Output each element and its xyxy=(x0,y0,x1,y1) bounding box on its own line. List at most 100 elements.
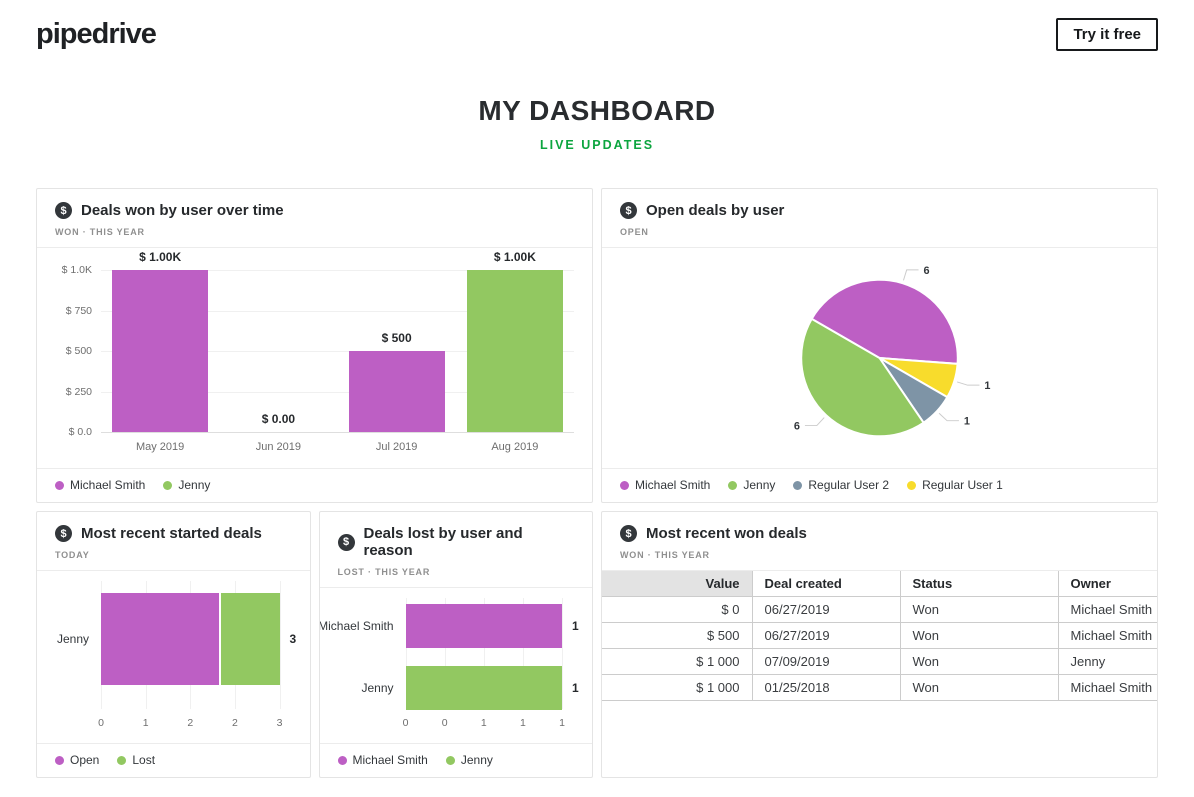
widget-title: Most recent won deals xyxy=(646,525,807,542)
column-header: Value xyxy=(602,571,752,597)
x-axis-label: Jun 2019 xyxy=(256,441,301,453)
table-cell: 01/25/2018 xyxy=(752,675,900,701)
widget-filter: WON · THIS YEAR xyxy=(620,550,1139,560)
column-header: Status xyxy=(900,571,1058,597)
bar xyxy=(112,270,208,432)
widget-filter: OPEN xyxy=(620,227,1139,237)
hbar-chart: 001111Michael Smith1Jenny xyxy=(320,588,593,743)
bar-value-label: $ 0.00 xyxy=(262,412,295,426)
widget-header: $ Deals lost by user and reason LOST · T… xyxy=(320,512,593,588)
deal-value-icon: $ xyxy=(55,525,72,542)
dashboard-grid: $ Deals won by user over time WON · THIS… xyxy=(36,188,1158,778)
bar-value-label: $ 1.00K xyxy=(494,250,536,264)
legend-dot-icon xyxy=(907,481,916,490)
bar: 1 xyxy=(406,604,563,648)
table-cell: $ 0 xyxy=(602,597,752,623)
plot-area: 012233Jenny xyxy=(101,581,280,709)
pie-value-label: 6 xyxy=(924,265,930,277)
legend-dot-icon xyxy=(163,481,172,490)
row-label: Michael Smith xyxy=(319,619,394,633)
y-axis-tick: $ 1.0K xyxy=(62,264,92,276)
legend-item: Regular User 2 xyxy=(793,478,889,492)
bar-segment xyxy=(221,593,280,685)
widget-header: $ Most recent started deals TODAY xyxy=(37,512,310,571)
chart-legend: Michael SmithJennyRegular User 2Regular … xyxy=(602,468,1157,502)
table-cell: Won xyxy=(900,597,1058,623)
legend-dot-icon xyxy=(338,756,347,765)
legend-label: Regular User 1 xyxy=(922,478,1003,492)
table-header-row: ValueDeal createdStatusOwner xyxy=(602,571,1157,597)
widget-filter: TODAY xyxy=(55,550,292,560)
gridline xyxy=(101,432,574,433)
deals-table-container: ValueDeal createdStatusOwner$ 006/27/201… xyxy=(602,571,1157,777)
legend-label: Michael Smith xyxy=(70,478,145,492)
table-cell: 06/27/2019 xyxy=(752,597,900,623)
legend-dot-icon xyxy=(728,481,737,490)
widget-most-recent-won-deals[interactable]: $ Most recent won deals WON · THIS YEAR … xyxy=(601,511,1158,778)
legend-item: Jenny xyxy=(163,478,210,492)
x-axis-tick: 3 xyxy=(277,717,283,729)
legend-label: Michael Smith xyxy=(353,753,428,767)
row-label: Jenny xyxy=(57,632,89,646)
widget-header: $ Open deals by user OPEN xyxy=(602,189,1157,248)
column-header: Deal created xyxy=(752,571,900,597)
leader-line xyxy=(903,270,918,280)
table-cell: Michael Smith xyxy=(1058,597,1157,623)
widget-title: Open deals by user xyxy=(646,202,784,219)
legend-item: Michael Smith xyxy=(338,753,428,767)
x-axis-tick: 0 xyxy=(403,717,409,729)
legend-label: Regular User 2 xyxy=(808,478,889,492)
table-row[interactable]: $ 50006/27/2019WonMichael Smith xyxy=(602,623,1157,649)
widget-open-deals-by-user[interactable]: $ Open deals by user OPEN 6116 Michael S… xyxy=(601,188,1158,503)
table-cell: Michael Smith xyxy=(1058,675,1157,701)
row-label: Jenny xyxy=(361,681,393,695)
widget-title: Deals lost by user and reason xyxy=(364,525,575,559)
bar-total-label: 3 xyxy=(290,632,297,646)
x-axis-label: Aug 2019 xyxy=(491,441,538,453)
deals-table: ValueDeal createdStatusOwner$ 006/27/201… xyxy=(602,571,1157,701)
widget-title: Most recent started deals xyxy=(81,525,262,542)
bar-value-label: 1 xyxy=(572,681,579,695)
legend-item: Michael Smith xyxy=(620,478,710,492)
bar-value-label: $ 1.00K xyxy=(139,250,181,264)
pipedrive-logo[interactable]: pipedrive xyxy=(36,18,156,50)
legend-dot-icon xyxy=(55,756,64,765)
deal-value-icon: $ xyxy=(338,534,355,551)
leader-line xyxy=(805,418,824,426)
gridline xyxy=(280,581,281,709)
table-cell: $ 1 000 xyxy=(602,675,752,701)
widget-filter: WON · THIS YEAR xyxy=(55,227,574,237)
legend-dot-icon xyxy=(620,481,629,490)
x-axis-label: Jul 2019 xyxy=(376,441,418,453)
deal-value-icon: $ xyxy=(55,202,72,219)
table-cell: Jenny xyxy=(1058,649,1157,675)
bar-value-label: $ 500 xyxy=(382,331,412,345)
deal-value-icon: $ xyxy=(620,525,637,542)
pie-value-label: 1 xyxy=(984,380,990,392)
widget-deals-lost-by-user[interactable]: $ Deals lost by user and reason LOST · T… xyxy=(319,511,594,778)
stacked-hbar-chart: 012233Jenny xyxy=(37,571,310,743)
gridline xyxy=(562,598,563,709)
table-cell: Won xyxy=(900,675,1058,701)
legend-dot-icon xyxy=(446,756,455,765)
table-body: $ 006/27/2019WonMichael Smith$ 50006/27/… xyxy=(602,597,1157,701)
x-axis-tick: 2 xyxy=(232,717,238,729)
y-axis-tick: $ 500 xyxy=(66,345,92,357)
table-row[interactable]: $ 1 00001/25/2018WonMichael Smith xyxy=(602,675,1157,701)
widget-filter: LOST · THIS YEAR xyxy=(338,567,575,577)
table-cell: Won xyxy=(900,649,1058,675)
table-row[interactable]: $ 006/27/2019WonMichael Smith xyxy=(602,597,1157,623)
chart-legend: OpenLost xyxy=(37,743,310,777)
x-axis-tick: 0 xyxy=(98,717,104,729)
legend-label: Open xyxy=(70,753,99,767)
table-cell: $ 500 xyxy=(602,623,752,649)
try-it-free-button[interactable]: Try it free xyxy=(1056,18,1158,51)
y-axis-tick: $ 750 xyxy=(66,305,92,317)
plot-area: $ 1.0K$ 750$ 500$ 250$ 0.0$ 1.00KMay 201… xyxy=(101,262,574,432)
widget-most-recent-started-deals[interactable]: $ Most recent started deals TODAY 012233… xyxy=(36,511,311,778)
table-row[interactable]: $ 1 00007/09/2019WonJenny xyxy=(602,649,1157,675)
widget-header: $ Most recent won deals WON · THIS YEAR xyxy=(602,512,1157,571)
x-axis-tick: 2 xyxy=(187,717,193,729)
widget-deals-won-over-time[interactable]: $ Deals won by user over time WON · THIS… xyxy=(36,188,593,503)
pie-value-label: 1 xyxy=(964,416,970,428)
